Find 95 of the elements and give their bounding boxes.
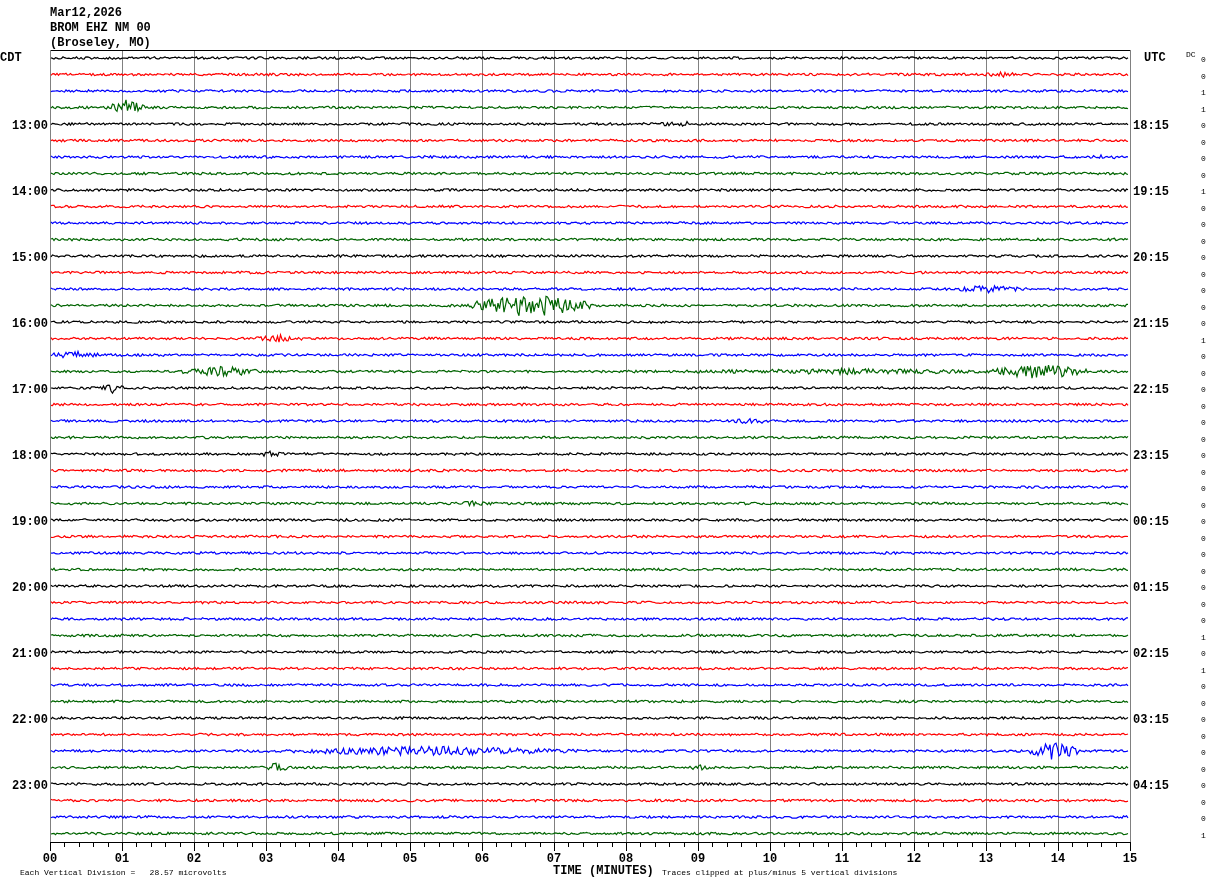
- axis-tick-label: 05: [402, 852, 418, 866]
- axis-tick-label: 00: [42, 852, 58, 866]
- time-label: 19:15: [1133, 185, 1169, 199]
- dc-value: 0: [1201, 599, 1206, 609]
- dc-heading: DC: [1186, 50, 1196, 59]
- dc-value: 0: [1201, 253, 1206, 262]
- dc-value: 0: [1201, 203, 1206, 213]
- dc-value: 0: [1201, 170, 1206, 180]
- dc-value: 0: [1201, 451, 1206, 460]
- dc-value: 0: [1201, 418, 1206, 427]
- axis-tick-label: 11: [834, 852, 850, 866]
- dc-value: 0: [1201, 352, 1206, 361]
- plot-date: Mar12,2026: [50, 6, 122, 20]
- dc-value: 1: [1201, 88, 1206, 97]
- clip-note: Traces clipped at plus/minus 5 vertical divisions: [662, 868, 898, 877]
- time-label: 18:15: [1133, 119, 1169, 133]
- time-label: 03:15: [1133, 713, 1169, 727]
- station-location: (Broseley, MO): [50, 36, 151, 50]
- dc-value: 0: [1201, 368, 1206, 378]
- time-label: 22:15: [1133, 383, 1169, 397]
- axis-tick-label: 07: [546, 852, 562, 866]
- dc-value: 0: [1201, 137, 1206, 147]
- time-label: 00:15: [1133, 515, 1169, 529]
- dc-value: 0: [1201, 550, 1206, 559]
- dc-value: 0: [1201, 764, 1206, 774]
- dc-value: 1: [1201, 665, 1206, 675]
- dc-value: 0: [1201, 71, 1206, 81]
- time-label: 15:00: [12, 251, 48, 265]
- axis-tick-label: 12: [906, 852, 922, 866]
- axis-tick-label: 04: [330, 852, 346, 866]
- scale-note: Each Vertical Division = 28.57 microvolts: [20, 868, 227, 877]
- dc-value: 0: [1201, 797, 1206, 807]
- station-code: BROM EHZ NM 00: [50, 21, 151, 35]
- axis-tick-label: 13: [978, 852, 994, 866]
- axis-tick-label: 02: [186, 852, 202, 866]
- dc-value: 0: [1201, 467, 1206, 477]
- time-label: 21:15: [1133, 317, 1169, 331]
- axis-tick-label: 06: [474, 852, 490, 866]
- dc-value: 0: [1201, 517, 1206, 526]
- axis-tick-label: 08: [618, 852, 634, 866]
- dc-value: 0: [1201, 236, 1206, 246]
- axis-tick-label: 15: [1122, 852, 1138, 866]
- dc-value: 0: [1201, 319, 1206, 328]
- axis-tick-label: 10: [762, 852, 778, 866]
- time-label: 16:00: [12, 317, 48, 331]
- dc-value: 0: [1201, 715, 1206, 724]
- timezone-label: CDT: [0, 51, 22, 65]
- dc-value: 0: [1201, 269, 1206, 279]
- dc-value: 1: [1201, 187, 1206, 196]
- dc-value: 0: [1201, 500, 1206, 510]
- axis-tick-label: 14: [1050, 852, 1066, 866]
- dc-value: 0: [1201, 302, 1206, 312]
- timezone-label: UTC: [1144, 51, 1166, 65]
- time-label: 13:00: [12, 119, 48, 133]
- dc-value: 0: [1201, 583, 1206, 592]
- dc-value: 0: [1201, 401, 1206, 411]
- dc-value: 0: [1201, 484, 1206, 493]
- dc-value: 0: [1201, 385, 1206, 394]
- dc-value: 0: [1201, 731, 1206, 741]
- time-label: 18:00: [12, 449, 48, 463]
- axis-tick-label: 01: [114, 852, 130, 866]
- dc-value: 0: [1201, 616, 1206, 625]
- dc-value: 0: [1201, 781, 1206, 790]
- time-label: 02:15: [1133, 647, 1169, 661]
- time-label: 20:15: [1133, 251, 1169, 265]
- dc-value: 0: [1201, 121, 1206, 130]
- time-label: 22:00: [12, 713, 48, 727]
- dc-value: 0: [1201, 748, 1206, 757]
- dc-value: 0: [1201, 286, 1206, 295]
- axis-tick-label: 03: [258, 852, 274, 866]
- time-label: 17:00: [12, 383, 48, 397]
- dc-value: 1: [1201, 104, 1206, 114]
- dc-value: 0: [1201, 566, 1206, 576]
- dc-value: 0: [1201, 434, 1206, 444]
- dc-value: 0: [1201, 682, 1206, 691]
- time-label: 19:00: [12, 515, 48, 529]
- axis-title: TIME (MINUTES): [553, 864, 654, 878]
- time-label: 04:15: [1133, 779, 1169, 793]
- dc-value: 0: [1201, 649, 1206, 658]
- dc-value: 1: [1201, 632, 1206, 642]
- dc-value: 0: [1201, 698, 1206, 708]
- dc-value: 0: [1201, 220, 1206, 229]
- time-label: 23:15: [1133, 449, 1169, 463]
- axis-tick-label: 09: [690, 852, 706, 866]
- dc-value: 0: [1201, 154, 1206, 163]
- time-label: 21:00: [12, 647, 48, 661]
- dc-value: 0: [1201, 814, 1206, 823]
- dc-value: 1: [1201, 335, 1206, 345]
- time-label: 20:00: [12, 581, 48, 595]
- dc-value: 0: [1201, 55, 1206, 64]
- time-label: 14:00: [12, 185, 48, 199]
- time-label: 23:00: [12, 779, 48, 793]
- dc-value: 0: [1201, 533, 1206, 543]
- dc-value: 1: [1201, 830, 1206, 840]
- time-label: 01:15: [1133, 581, 1169, 595]
